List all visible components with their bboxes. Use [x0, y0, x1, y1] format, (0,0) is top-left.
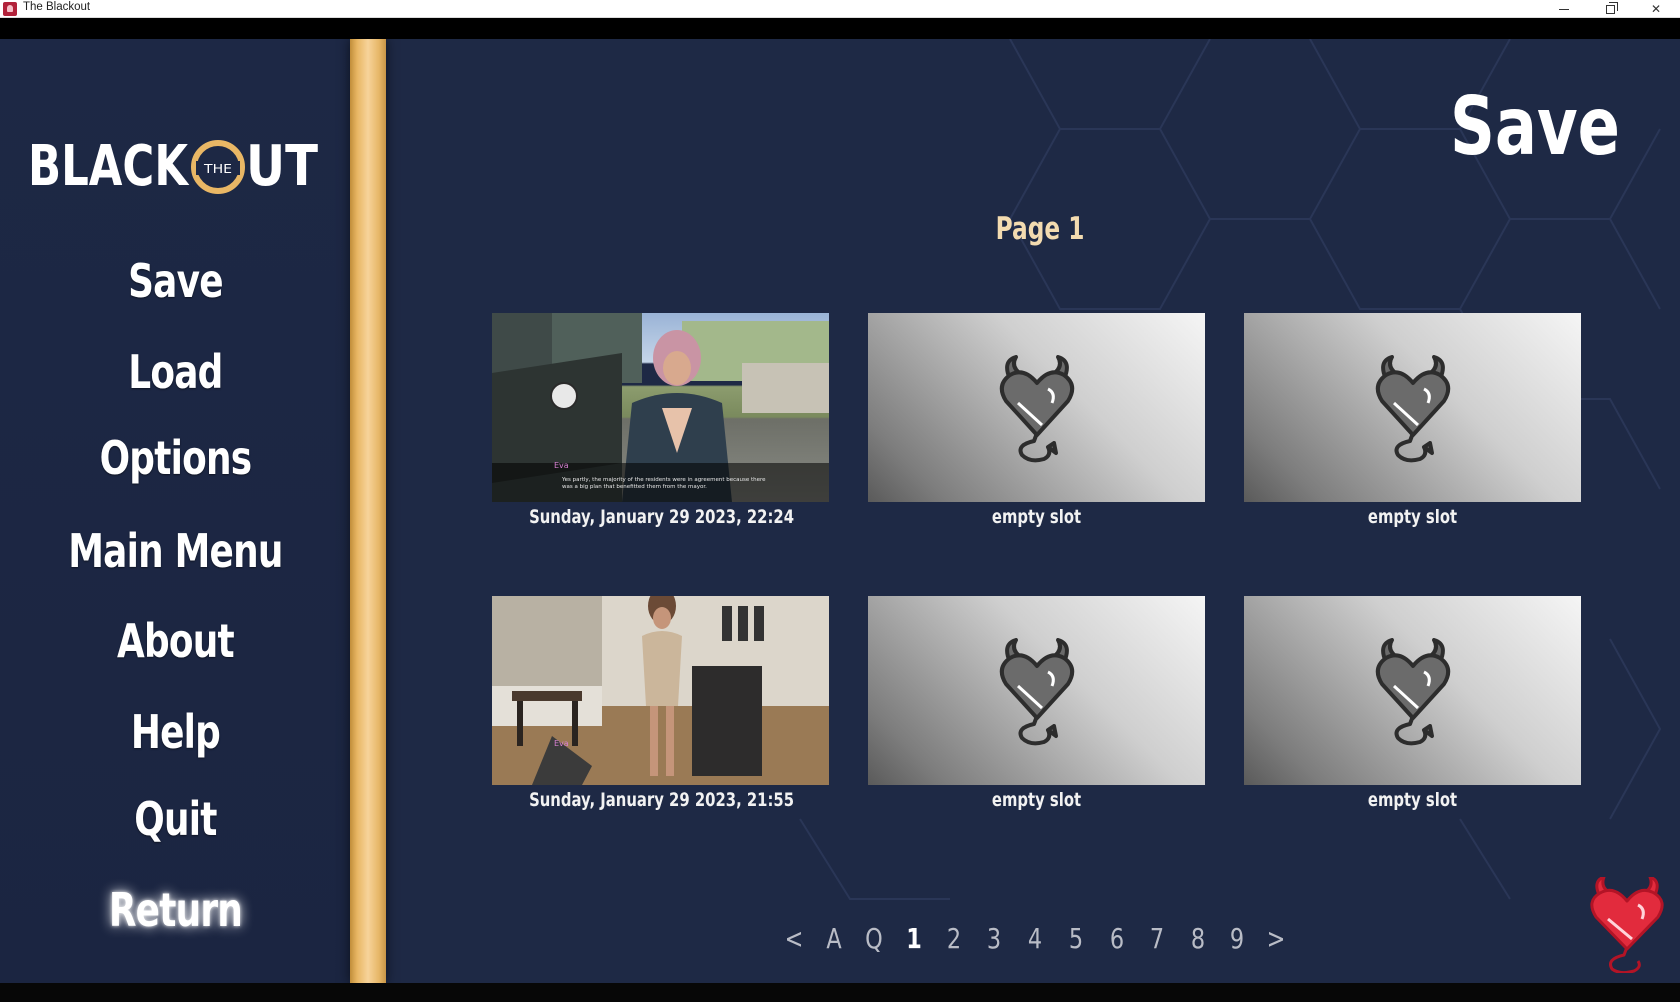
save-slot-2[interactable]: empty slot [868, 313, 1205, 529]
save-slot-6[interactable]: empty slot [1244, 596, 1581, 812]
svg-text:Yes partly, the majority of th: Yes partly, the majority of the resident… [561, 477, 766, 483]
slot-caption: empty slot [1367, 789, 1458, 811]
red-devil-heart-icon [1590, 877, 1664, 973]
nav-quit[interactable]: Quit [39, 789, 312, 849]
slot-caption: Sunday, January 29 2023, 21:55 [529, 789, 795, 811]
pager-page-7[interactable]: 7 [1144, 919, 1170, 959]
window-titlebar: The Blackout ✕ [0, 0, 1680, 18]
pager-page-1[interactable]: 1 [901, 919, 927, 959]
svg-text:Eva: Eva [554, 461, 569, 470]
minimize-icon[interactable] [1541, 0, 1587, 18]
pager-prev[interactable]: < [781, 919, 807, 959]
nav-main-menu[interactable]: Main Menu [39, 521, 312, 581]
bottom-letterbox [0, 983, 1680, 1002]
pager-page-6[interactable]: 6 [1104, 919, 1130, 959]
page-label[interactable]: Page 1 [935, 209, 1145, 249]
nav-help[interactable]: Help [39, 702, 312, 762]
nav-load[interactable]: Load [39, 342, 312, 402]
gold-divider [350, 39, 386, 983]
slot-caption: empty slot [1367, 506, 1458, 528]
restore-icon[interactable] [1587, 0, 1633, 18]
save-slot-4[interactable]: Eva Sunday, January 29 2023, 21:55 [492, 596, 829, 812]
scene-thumbnail-kitchen: Eva [492, 596, 829, 785]
game-logo: BLACK THE UT [28, 134, 318, 199]
slot-thumbnail [868, 313, 1205, 502]
nav-return[interactable]: Return [39, 880, 312, 940]
game-viewport: BLACK THE UT Save Load Options Main Menu… [0, 39, 1680, 983]
window-title: The Blackout [23, 1, 91, 13]
slot-thumbnail: Eva [492, 596, 829, 785]
pager-page-9[interactable]: 9 [1224, 919, 1250, 959]
devil-heart-icon [1375, 638, 1451, 746]
slot-thumbnail [1244, 596, 1581, 785]
devil-heart-icon [999, 638, 1075, 746]
pager-quick[interactable]: Q [861, 919, 887, 959]
svg-text:was a big plan that benefitted: was a big plan that benefitted them from… [562, 484, 707, 490]
nav-options[interactable]: Options [39, 428, 312, 488]
slot-thumbnail: Eva Yes partly, the majority of the resi… [492, 313, 829, 502]
devil-heart-icon [999, 355, 1075, 463]
pager-next[interactable]: > [1263, 919, 1289, 959]
pager-page-5[interactable]: 5 [1063, 919, 1089, 959]
pager-page-3[interactable]: 3 [981, 919, 1007, 959]
save-slot-1[interactable]: Eva Yes partly, the majority of the resi… [492, 313, 829, 529]
svg-text:Eva: Eva [554, 739, 569, 748]
close-icon[interactable]: ✕ [1633, 0, 1679, 18]
devil-heart-icon [1375, 355, 1451, 463]
scene-thumbnail-outdoor: Eva Yes partly, the majority of the resi… [492, 313, 829, 502]
svg-text:UT: UT [246, 134, 318, 199]
slot-caption: empty slot [991, 506, 1082, 528]
nav-about[interactable]: About [39, 611, 312, 671]
nav-save[interactable]: Save [39, 251, 312, 311]
pager-page-8[interactable]: 8 [1185, 919, 1211, 959]
pager-page-4[interactable]: 4 [1022, 919, 1048, 959]
slot-caption: Sunday, January 29 2023, 22:24 [529, 506, 795, 528]
pager-auto[interactable]: A [821, 919, 847, 959]
screen-title: Save [1449, 80, 1620, 173]
svg-text:THE: THE [203, 162, 232, 176]
slot-caption: empty slot [991, 789, 1082, 811]
slot-thumbnail [868, 596, 1205, 785]
pager-page-2[interactable]: 2 [941, 919, 967, 959]
save-slot-5[interactable]: empty slot [868, 596, 1205, 812]
save-slot-3[interactable]: empty slot [1244, 313, 1581, 529]
svg-text:BLACK: BLACK [28, 134, 190, 199]
slot-thumbnail [1244, 313, 1581, 502]
app-icon [3, 2, 17, 16]
